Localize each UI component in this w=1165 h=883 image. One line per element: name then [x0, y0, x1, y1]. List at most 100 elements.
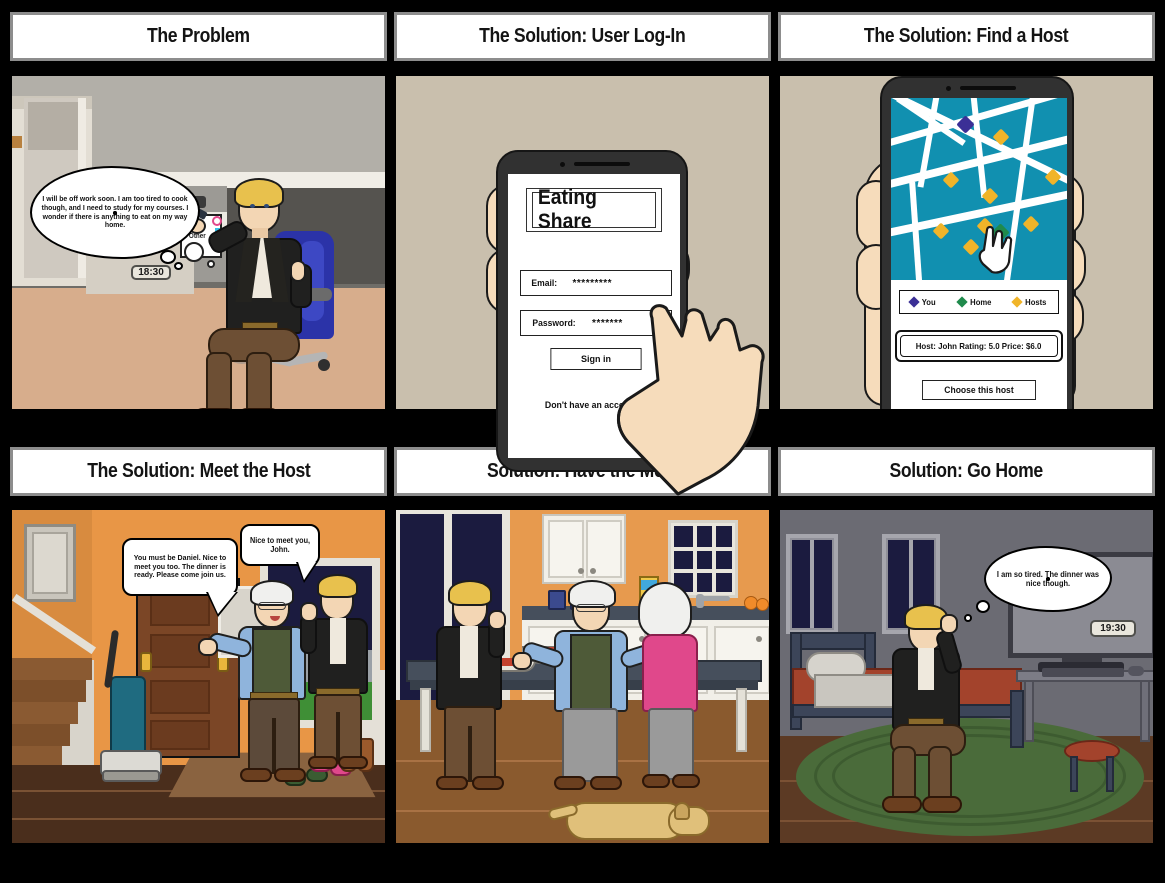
kitchen-table-leg: [420, 688, 431, 752]
character-guest-leg-gap: [468, 726, 472, 782]
panel-go-home-scene: 19:30 I am so tired. The dinner was nice…: [780, 510, 1153, 843]
thought-bubble-dot-large: [976, 600, 990, 613]
character-guest-hand-raised: [300, 602, 318, 622]
panel-title-login: The Solution: User Log-In: [394, 12, 771, 61]
kitchen-window-glass: [674, 526, 732, 592]
speech-bubble-guest-text: Nice to meet you, John.: [249, 535, 311, 554]
bedroom-bed-post-foot: [1010, 690, 1024, 748]
dog-ear-icon: [674, 802, 690, 820]
storyboard: The Problem The Solution: User Log-In Th…: [0, 0, 1165, 883]
kitchen-table-leg: [736, 688, 747, 752]
app-logo-frame-inner: Eating Share: [532, 186, 656, 233]
character-john-eye-left: [250, 204, 255, 208]
panel-find-host: You Home Hosts Host: John Rating: 5.0 Pr…: [778, 74, 1155, 411]
panel-title-text: The Solution: Find a Host: [864, 25, 1069, 47]
thought-bubble-go-home: I am so tired. The dinner was nice thoug…: [984, 546, 1112, 612]
character-guest-shirt: [330, 618, 346, 664]
pointing-hand: [608, 302, 788, 512]
legend-diamond-icon: [1011, 296, 1023, 308]
character-host-hand-left: [512, 652, 532, 670]
choose-host-button-label: Choose this host: [944, 385, 1014, 395]
host-info-card[interactable]: Host: John Rating: 5.0 Price: $6.0: [895, 330, 1063, 362]
legend-label: Home: [969, 297, 992, 307]
character-hostess-hair: [638, 582, 692, 638]
hall-picture-inner: [32, 532, 68, 594]
cubicle-partition-mid-panel: [28, 102, 82, 150]
phone-screen-map: You Home Hosts Host: John Rating: 5.0 Pr…: [891, 98, 1067, 409]
character-hostess-top: [642, 634, 698, 712]
map-view[interactable]: [891, 98, 1067, 280]
hand-cursor-svg: [978, 225, 1013, 274]
character-john-shoe-right: [236, 408, 280, 409]
character-john-hand-face: [940, 614, 958, 634]
character-john-shoe: [882, 796, 922, 813]
map-marker-host[interactable]: [1022, 215, 1040, 233]
panel-have-meal-scene: [396, 510, 769, 843]
character-host-vest: [252, 628, 292, 702]
thought-bubble-dot-large: [160, 250, 176, 264]
hall-door-knob-icon[interactable]: [140, 652, 152, 672]
kitchen-window-mullion: [674, 547, 732, 551]
character-john-shirt: [918, 648, 934, 690]
character-guest-hair: [317, 574, 358, 598]
vacuum-body: [110, 676, 146, 758]
office-clock: 18:30: [131, 265, 171, 280]
hall-stair-step: [12, 680, 86, 702]
vacuum-base-shadow: [102, 770, 160, 782]
character-john-hand-hip: [290, 260, 306, 282]
character-guest-hand-raised: [488, 610, 506, 630]
email-field[interactable]: Email: *********: [520, 270, 672, 296]
character-john-shoe: [922, 796, 962, 813]
phone-camera-icon: [946, 86, 951, 91]
character-guest-shoe: [436, 776, 468, 790]
panel-title-go-home: Solution: Go Home: [778, 447, 1155, 496]
hall-stair-step: [12, 702, 78, 724]
panel-title-find-host: The Solution: Find a Host: [778, 12, 1155, 61]
thought-bubble-text: I am so tired. The dinner was nice thoug…: [996, 569, 1100, 588]
hand-cursor-icon: [975, 224, 1017, 276]
kitchen-canister: [548, 590, 566, 610]
kitchen-cabinet-handle-icon: [578, 568, 584, 574]
phone-camera-icon: [560, 162, 565, 167]
character-host-shoe: [590, 776, 622, 790]
character-host-vest: [570, 634, 612, 714]
character-guest-shoe: [338, 756, 368, 769]
hall-stair-step: [12, 658, 92, 680]
bedroom-mouse-icon: [1128, 666, 1144, 676]
character-host-shoe: [274, 768, 306, 782]
character-host-legs: [562, 708, 618, 782]
legend-diamond-icon: [955, 296, 968, 308]
host-info-text: Host: John Rating: 5.0 Price: $6.0: [916, 341, 1042, 351]
character-host-glasses-icon: [258, 602, 286, 610]
panel-find-host-scene: You Home Hosts Host: John Rating: 5.0 Pr…: [780, 76, 1153, 409]
phone-speaker-icon: [574, 162, 630, 166]
bedroom-clock-text: 19:30: [1100, 623, 1126, 634]
kitchen-cabinet-handle-icon: [590, 568, 596, 574]
character-hostess-shoe: [672, 774, 700, 788]
thought-bubble-dot-small: [964, 614, 972, 622]
bedroom-stool-leg: [1106, 756, 1114, 792]
speech-bubble-host-text: You must be Daniel. Nice to meet you too…: [133, 552, 227, 580]
panel-title-text: The Solution: Meet the Host: [86, 460, 311, 482]
office-clock-text: 18:30: [138, 267, 164, 278]
character-host-shoe: [554, 776, 586, 790]
legend-diamond-icon: [908, 296, 921, 308]
character-john-hair: [234, 178, 284, 208]
password-field-label: Password:: [532, 317, 576, 329]
panel-go-home: 19:30 I am so tired. The dinner was nice…: [778, 508, 1155, 845]
character-guest-shoe: [308, 756, 338, 769]
whiteboard-pink-ring: [212, 216, 222, 226]
bedroom-desk-leg: [1140, 680, 1150, 742]
choose-host-button[interactable]: Choose this host: [922, 380, 1036, 400]
hall-door-panel: [150, 592, 210, 626]
character-host-hand: [198, 638, 218, 656]
bedroom-window-mullion: [810, 540, 814, 628]
thought-bubble-dot-small: [174, 262, 183, 270]
character-guest-shirt: [460, 626, 478, 678]
panel-login: Eating Share Email: ********* Password: …: [394, 74, 771, 496]
panel-meet-host: You must be Daniel. Nice to meet you too…: [10, 508, 387, 845]
whiteboard-circle: [184, 242, 204, 262]
speech-bubble-guest-tail: [298, 562, 316, 580]
pointing-hand-icon: [617, 304, 765, 496]
character-john-shin-left: [206, 352, 232, 409]
